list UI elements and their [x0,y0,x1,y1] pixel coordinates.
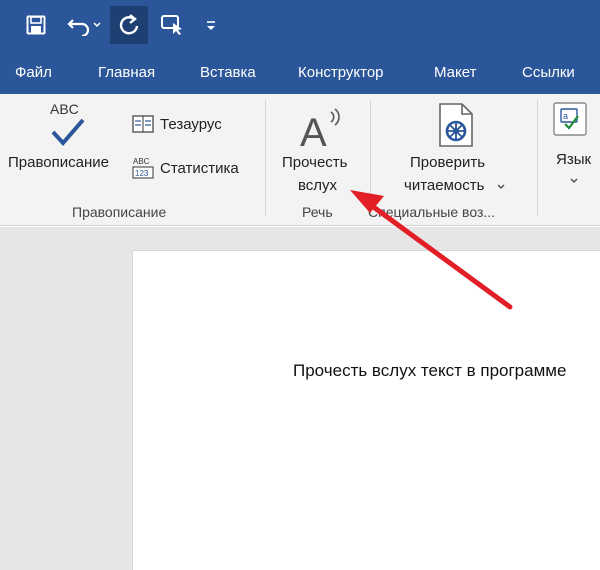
customize-icon[interactable] [200,6,222,44]
spelling-label: Правописание [8,154,109,171]
group-separator [370,100,371,216]
tab-insert[interactable]: Вставка [200,64,256,81]
word-count-icon: ABC 123 [132,157,154,179]
read-aloud-label-line2: вслух [298,177,338,194]
group-label-proofing: Правописание [72,204,167,220]
ribbon-panel: ABC Правописание Тезаурус ABC 123 Статис… [0,94,600,226]
redo-icon[interactable] [110,6,148,44]
check-accessibility-label-line1: Проверить [410,154,486,171]
tab-layout[interactable]: Макет [434,64,476,81]
document-page[interactable]: Прочесть вслух текст в программе [132,250,600,570]
touch-mode-icon[interactable] [154,6,190,44]
read-aloud-icon: A [300,108,340,150]
language-icon: a [553,102,587,136]
ribbon-tabs: Файл Главная Вставка Конструктор Макет С… [0,50,600,94]
quick-access-toolbar [0,0,600,50]
language-label: Язык [556,151,592,168]
undo-icon[interactable] [62,6,106,44]
tab-references[interactable]: Ссылки [522,64,575,81]
abc-label: ABC [50,101,79,117]
svg-text:a: a [563,111,568,121]
svg-text:123: 123 [135,169,149,178]
chevron-down-icon [570,178,578,183]
tab-design[interactable]: Конструктор [298,64,384,81]
svg-text:A: A [300,111,327,150]
thesaurus-icon [132,115,154,133]
group-separator [265,100,266,216]
tab-file[interactable]: Файл [15,64,52,81]
statistics-label: Статистика [160,160,239,177]
group-label-accessibility: Специальные воз... [368,204,496,220]
document-area: Прочесть вслух текст в программе [0,227,600,570]
checkmark-icon [51,118,85,146]
document-text[interactable]: Прочесть вслух текст в программе [293,361,566,381]
thesaurus-label: Тезаурус [160,116,222,133]
chevron-down-icon [497,184,505,189]
save-icon[interactable] [18,6,54,44]
read-aloud-label-line1: Прочесть [282,154,348,171]
chevron-down-icon [93,22,101,28]
tab-home[interactable]: Главная [98,64,155,81]
group-label-speech: Речь [302,204,333,220]
svg-text:ABC: ABC [133,157,150,166]
accessibility-checker-icon [439,103,473,147]
check-accessibility-label-line2: читаемость [404,177,485,194]
group-separator [537,100,538,216]
